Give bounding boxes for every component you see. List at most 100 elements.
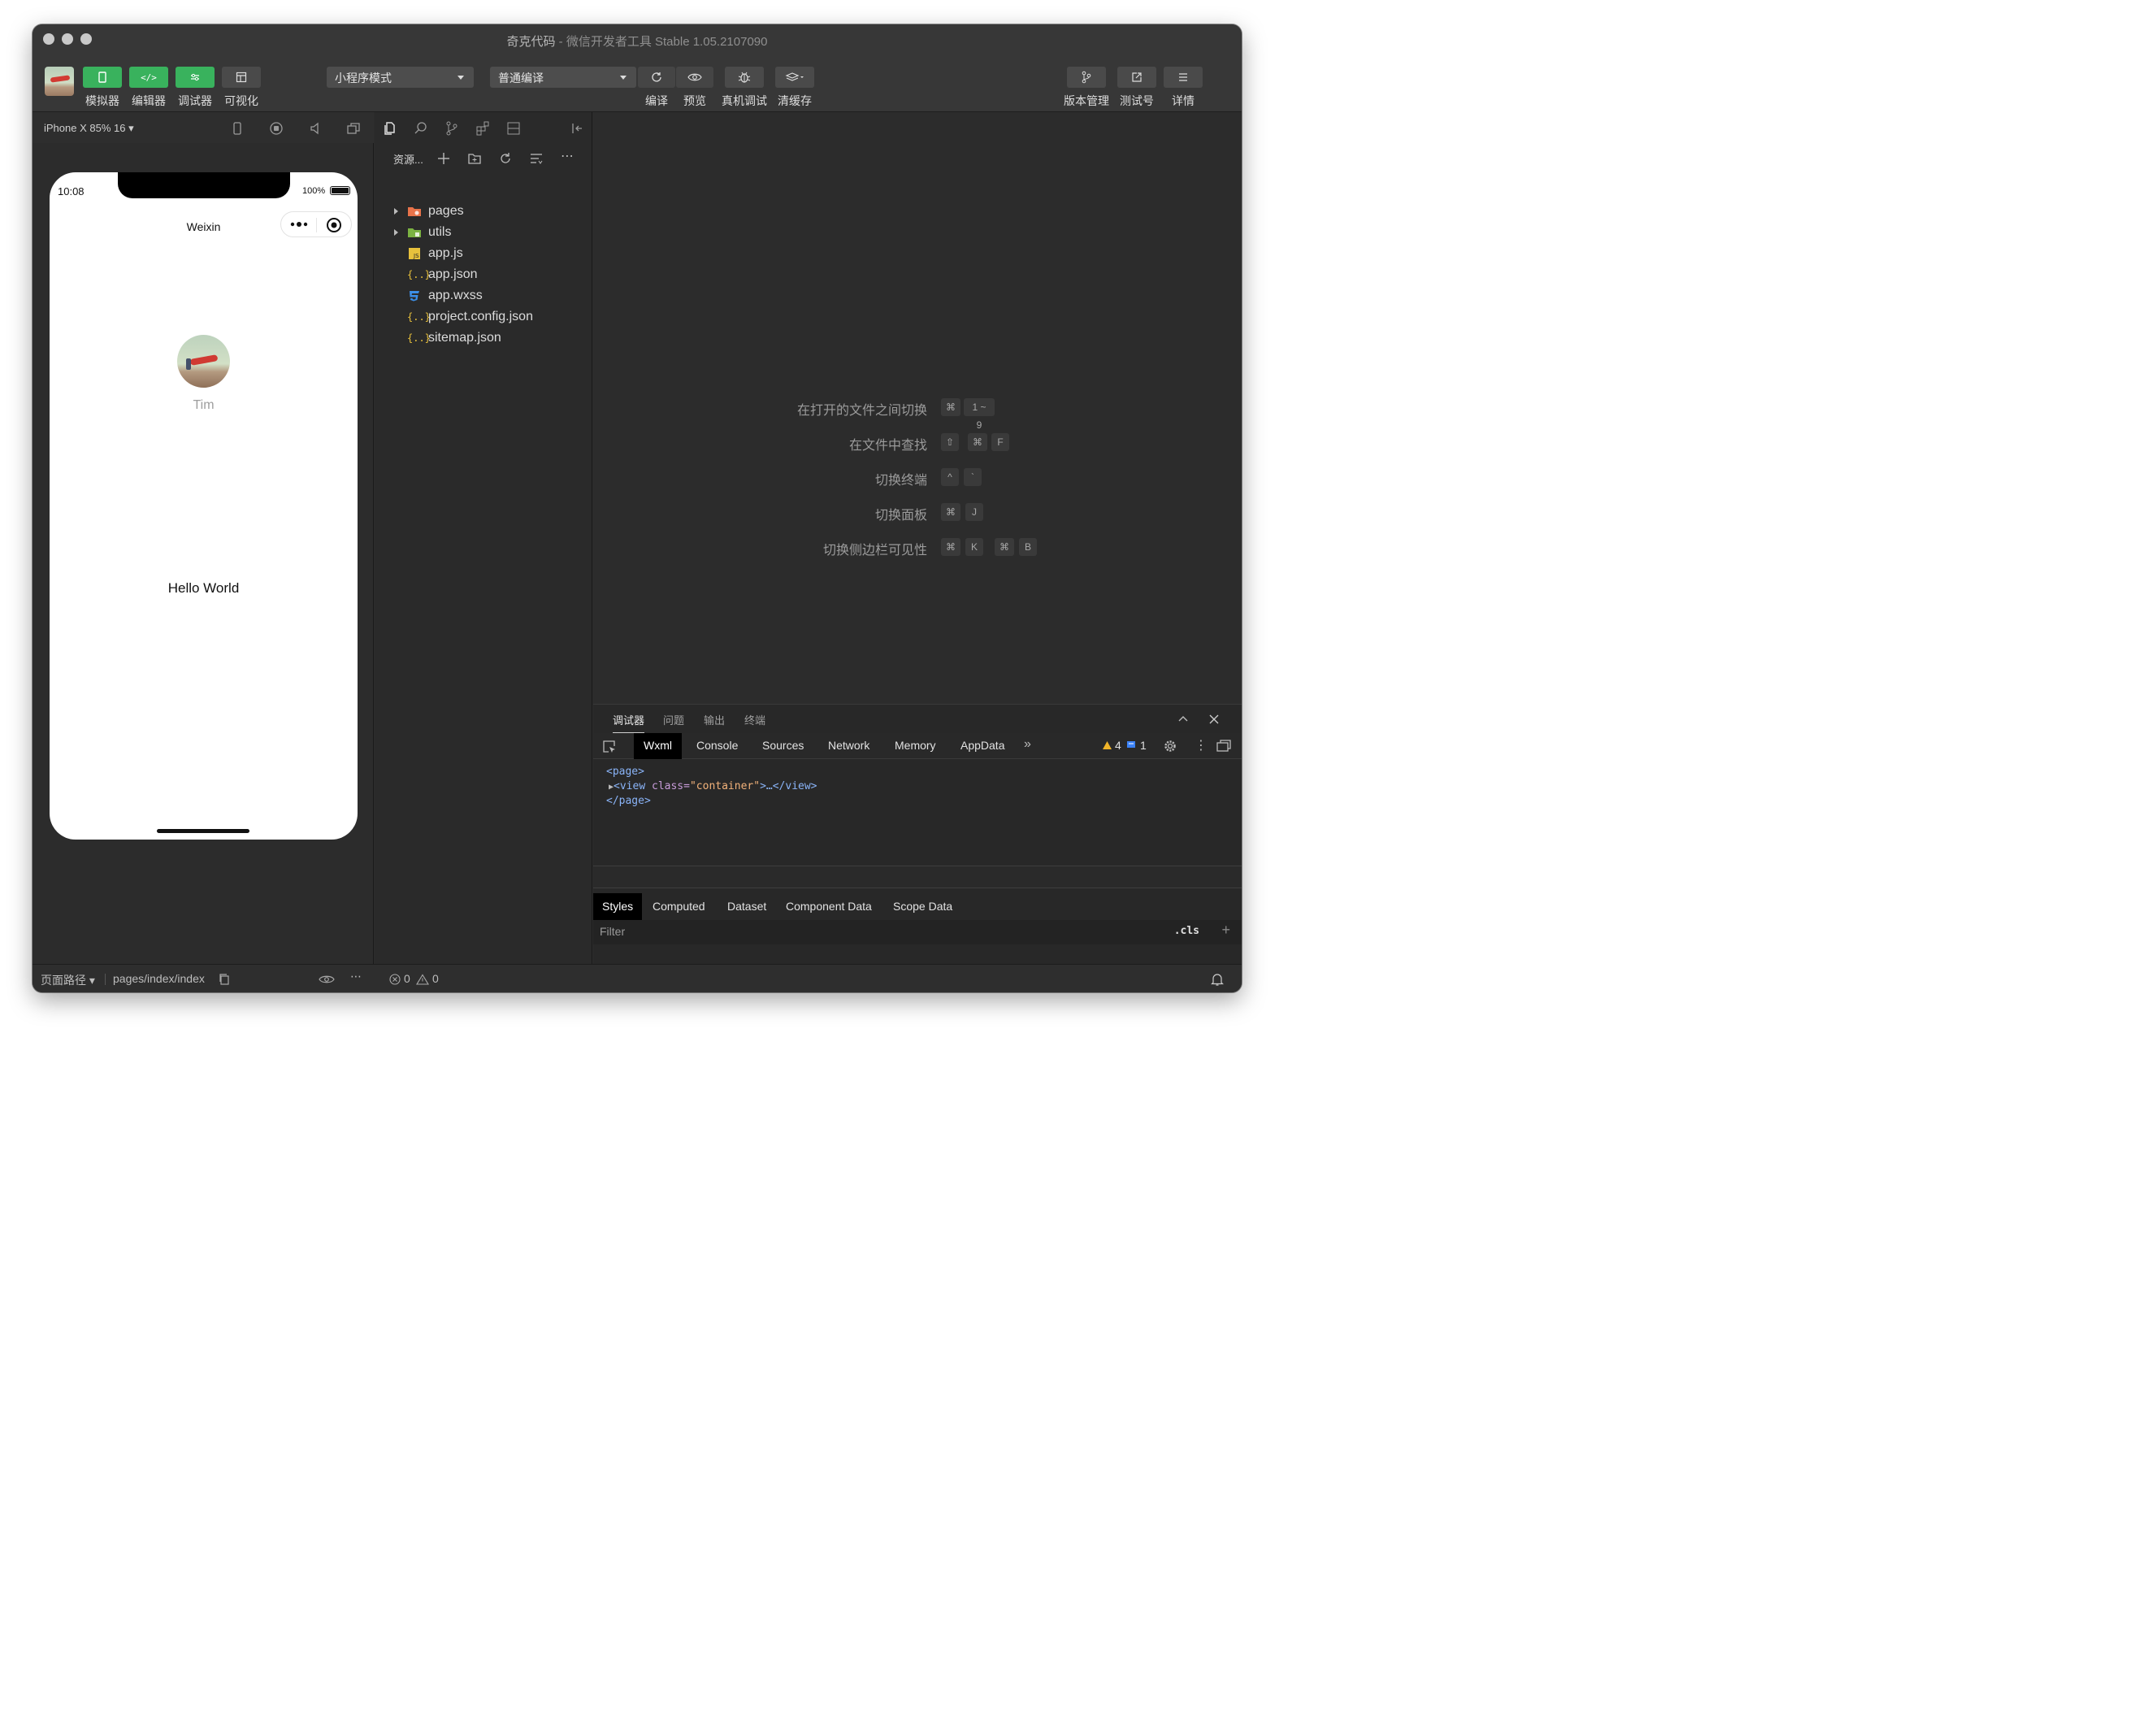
gear-icon[interactable] (1163, 739, 1177, 753)
shortcut-description: 在文件中查找 (848, 439, 927, 453)
add-style-rule-icon[interactable]: + (1221, 922, 1230, 939)
error-icon (389, 974, 401, 985)
tab-network[interactable]: Network (818, 733, 879, 759)
refresh-explorer-icon[interactable] (497, 150, 514, 167)
stop-record-icon[interactable] (268, 120, 284, 137)
collapse-sidebar-icon[interactable] (570, 120, 586, 137)
panel-icon[interactable] (505, 120, 522, 137)
close-miniprogram-icon[interactable] (326, 217, 342, 233)
compile-mode-select[interactable]: 普通编译 (490, 67, 636, 88)
editor-toggle-button[interactable]: </> (129, 67, 168, 88)
tab-dataset[interactable]: Dataset (718, 893, 775, 920)
phone-rotate-icon[interactable] (229, 120, 245, 137)
shortcut-key: ⌘ (995, 538, 1014, 556)
menu-icon (1179, 73, 1187, 81)
details-button[interactable] (1164, 67, 1203, 88)
eye-icon (687, 73, 702, 81)
user-avatar[interactable] (45, 67, 74, 96)
eye-icon[interactable] (319, 974, 335, 984)
tab-memory[interactable]: Memory (885, 733, 946, 759)
new-file-icon[interactable] (436, 150, 452, 167)
tab-styles[interactable]: Styles (593, 893, 643, 920)
clear-cache-button[interactable] (775, 67, 814, 88)
status-divider (105, 974, 106, 985)
visualize-toggle-button[interactable] (222, 67, 261, 88)
version-control-button[interactable] (1067, 67, 1106, 88)
filter-input[interactable]: Filter (600, 925, 625, 938)
explorer-panel: 资源... ⋯ pages utils JS app.js {..} app.j… (375, 112, 592, 964)
warning-count-status[interactable]: 0 (432, 972, 439, 985)
volume-icon[interactable] (307, 120, 323, 137)
tree-item-utils[interactable]: utils (375, 223, 592, 244)
more-icon[interactable] (289, 219, 309, 229)
device-select[interactable]: iPhone X 85% 16 ▾ (44, 122, 134, 135)
tab-computed[interactable]: Computed (644, 893, 714, 920)
sliders-icon (191, 73, 199, 81)
dock-side-icon[interactable] (1216, 739, 1232, 753)
copy-icon[interactable] (219, 973, 230, 986)
tab-problems[interactable]: 问题 (663, 712, 684, 727)
files-icon[interactable] (382, 120, 398, 137)
phone-screen[interactable]: 10:08 100% Weixin Tim Hello World (50, 172, 358, 840)
main-toolbar: 模拟器 </> 编辑器 调试器 可视化 小程序模式 普通编译 编译 预览 真机调… (33, 54, 1242, 112)
remote-debug-button[interactable] (725, 67, 764, 88)
inspect-element-icon[interactable] (602, 740, 617, 754)
simulator-label: 模拟器 (85, 94, 119, 107)
tree-item-pages[interactable]: pages (375, 202, 592, 223)
more-actions-icon[interactable]: ⋯ (559, 149, 575, 165)
tab-console[interactable]: Console (687, 733, 748, 759)
shortcut-key: ^ (941, 468, 959, 486)
wxml-line-page-open[interactable]: <page> (606, 766, 644, 778)
preview-button[interactable] (676, 67, 713, 88)
tree-item-sitemap[interactable]: {..} sitemap.json (375, 328, 592, 349)
kebab-menu-icon[interactable]: ⋮ (1195, 737, 1208, 753)
chevron-up-icon[interactable] (1177, 714, 1189, 723)
wxml-tag: <view (614, 780, 652, 792)
tab-terminal[interactable]: 终端 (744, 712, 765, 727)
mode-select[interactable]: 小程序模式 (327, 67, 474, 88)
tree-item-app-js[interactable]: JS app.js (375, 244, 592, 265)
search-icon[interactable] (413, 120, 429, 137)
tab-appdata[interactable]: AppData (951, 733, 1014, 759)
tab-sources[interactable]: Sources (752, 733, 813, 759)
compile-button[interactable] (638, 67, 675, 88)
more-tabs-icon[interactable]: » (1024, 737, 1031, 752)
tree-item-app-json[interactable]: {..} app.json (375, 265, 592, 286)
detach-window-icon[interactable] (345, 120, 362, 137)
page-path-value: pages/index/index (113, 972, 205, 985)
collapse-all-icon[interactable] (528, 150, 544, 167)
simulator-toggle-button[interactable] (83, 67, 122, 88)
error-count[interactable]: 0 (404, 972, 410, 985)
version-control-label: 版本管理 (1064, 94, 1109, 107)
bell-icon[interactable] (1211, 972, 1224, 987)
user-avatar-large[interactable] (177, 335, 230, 388)
close-icon[interactable] (1208, 714, 1220, 725)
pane-splitter[interactable] (593, 866, 1242, 888)
tree-item-app-wxss[interactable]: app.wxss (375, 286, 592, 307)
warning-count[interactable]: 4 (1115, 739, 1121, 752)
tab-output[interactable]: 输出 (704, 712, 725, 727)
editor-area[interactable]: 在打开的文件之间切换 ⌘ 1 ~ 9 在文件中查找 ⇧ ⌘ F 切换终端 ^ `… (593, 112, 1242, 704)
expand-arrow-icon[interactable] (394, 208, 398, 215)
tab-wxml[interactable]: Wxml (634, 733, 682, 759)
expand-arrow-icon[interactable] (394, 229, 398, 236)
source-control-icon[interactable] (444, 120, 460, 137)
tree-item-project-config[interactable]: {..} project.config.json (375, 307, 592, 328)
more-options-icon[interactable]: ⋯ (350, 970, 362, 983)
tab-component-data[interactable]: Component Data (777, 893, 881, 920)
info-count[interactable]: 1 (1140, 739, 1147, 752)
tab-scope-data[interactable]: Scope Data (884, 893, 961, 920)
wxml-line-page-close[interactable]: </page> (606, 795, 651, 807)
avatar-cape (189, 354, 219, 366)
new-folder-icon[interactable] (466, 150, 483, 167)
page-path-select[interactable]: 页面路径 ▾ (41, 972, 95, 988)
extensions-icon[interactable] (475, 120, 491, 137)
tab-debugger[interactable]: 调试器 (613, 712, 645, 734)
wxml-line-view[interactable]: ▶<view class="container">…</view> (609, 780, 817, 792)
tree-item-label: utils (428, 225, 452, 239)
shortcut-key: ⌘ (941, 503, 960, 521)
test-account-button[interactable] (1117, 67, 1156, 88)
compile-label: 编译 (645, 94, 668, 107)
debugger-toggle-button[interactable] (176, 67, 215, 88)
cls-toggle-button[interactable]: .cls (1174, 925, 1199, 937)
